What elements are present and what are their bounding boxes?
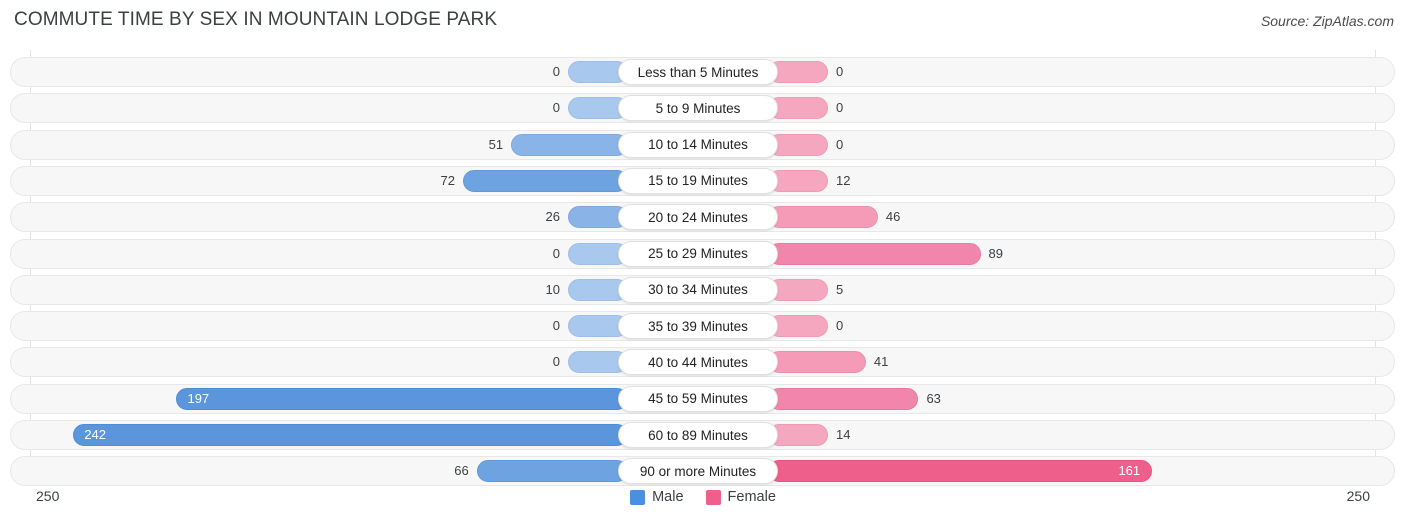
male-value-label: 0 bbox=[552, 245, 560, 261]
male-value-label: 66 bbox=[454, 463, 469, 479]
category-label-pill: 30 to 34 Minutes bbox=[618, 276, 778, 303]
female-value-label: 161 bbox=[1118, 463, 1141, 479]
legend-swatch-icon bbox=[705, 489, 721, 505]
male-value-label: 10 bbox=[545, 281, 560, 297]
legend-label: Male bbox=[652, 489, 684, 505]
female-value-label: 63 bbox=[926, 390, 941, 406]
category-label-pill: 45 to 59 Minutes bbox=[618, 385, 778, 412]
bar-row: 0 0 Less than 5 Minutes bbox=[10, 57, 1395, 87]
legend-swatch-icon bbox=[630, 489, 646, 505]
male-value-label: 26 bbox=[545, 209, 560, 225]
bar-row: 0 89 25 to 29 Minutes bbox=[10, 238, 1395, 269]
category-label-pill: 10 to 14 Minutes bbox=[618, 131, 778, 158]
male-value-label: 0 bbox=[552, 64, 560, 79]
female-bar[interactable] bbox=[768, 387, 919, 410]
category-label-pill: 20 to 24 Minutes bbox=[618, 204, 778, 231]
female-bar[interactable] bbox=[768, 460, 1153, 483]
bar-row: 242 14 60 to 89 Minutes bbox=[10, 420, 1395, 450]
bar-row: 26 46 20 to 24 Minutes bbox=[10, 202, 1395, 233]
female-value-label: 0 bbox=[836, 136, 844, 152]
chart-footer: 250 250 Male Female bbox=[0, 484, 1406, 523]
chart-header: COMMUTE TIME BY SEX IN MOUNTAIN LODGE PA… bbox=[0, 0, 1406, 44]
bar-row: 72 12 15 to 19 Minutes bbox=[10, 165, 1395, 196]
male-bar[interactable] bbox=[462, 169, 628, 192]
category-label-pill: 5 to 9 Minutes bbox=[618, 95, 778, 122]
male-value-label: 51 bbox=[488, 136, 504, 152]
female-bar[interactable] bbox=[768, 351, 866, 374]
bar-row: 51 0 10 to 14 Minutes bbox=[10, 129, 1395, 160]
female-value-label: 5 bbox=[836, 281, 844, 297]
category-label-pill: 90 or more Minutes bbox=[618, 458, 778, 485]
bar-row: 0 41 40 to 44 Minutes bbox=[10, 347, 1395, 378]
legend-item[interactable]: Female bbox=[705, 489, 776, 505]
female-value-label: 41 bbox=[873, 354, 889, 370]
female-value-label: 89 bbox=[988, 245, 1003, 261]
chart-plot-area: 0 0 Less than 5 Minutes 0 0 5 to 9 Minutes 51 0… bbox=[0, 50, 1406, 490]
bar-row: 66 161 90 or more Minutes bbox=[10, 456, 1395, 487]
male-value-label: 72 bbox=[440, 172, 455, 188]
female-value-label: 0 bbox=[836, 64, 844, 79]
legend-item[interactable]: Male bbox=[630, 489, 684, 505]
female-value-label: 46 bbox=[885, 209, 901, 225]
category-label-pill: 40 to 44 Minutes bbox=[618, 349, 778, 376]
male-value-label: 197 bbox=[187, 390, 210, 406]
category-label-pill: 35 to 39 Minutes bbox=[618, 313, 778, 340]
male-bar[interactable] bbox=[176, 387, 628, 410]
male-value-label: 242 bbox=[84, 427, 107, 442]
category-label-pill: 60 to 89 Minutes bbox=[618, 422, 778, 448]
male-bar[interactable] bbox=[73, 424, 628, 446]
male-value-label: 0 bbox=[552, 318, 560, 334]
bar-row: 0 0 5 to 9 Minutes bbox=[10, 93, 1395, 124]
legend-label: Female bbox=[727, 489, 776, 505]
female-value-label: 14 bbox=[836, 427, 851, 442]
female-value-label: 12 bbox=[836, 172, 851, 188]
page-title: COMMUTE TIME BY SEX IN MOUNTAIN LODGE PA… bbox=[14, 9, 498, 30]
male-value-label: 0 bbox=[552, 354, 560, 370]
chart-legend: Male Female bbox=[0, 489, 1406, 505]
category-label-pill: 15 to 19 Minutes bbox=[618, 167, 778, 194]
source-attribution: Source: ZipAtlas.com bbox=[1260, 13, 1394, 29]
male-bar[interactable] bbox=[476, 460, 628, 483]
female-bar[interactable] bbox=[768, 206, 878, 229]
bar-row: 10 5 30 to 34 Minutes bbox=[10, 274, 1395, 305]
female-value-label: 0 bbox=[836, 318, 844, 334]
category-label-pill: 25 to 29 Minutes bbox=[618, 240, 778, 267]
male-bar[interactable] bbox=[511, 133, 628, 156]
bar-row: 0 0 35 to 39 Minutes bbox=[10, 311, 1395, 342]
female-value-label: 0 bbox=[836, 100, 844, 116]
female-bar[interactable] bbox=[768, 242, 981, 265]
male-value-label: 0 bbox=[552, 100, 560, 116]
bar-row: 197 63 45 to 59 Minutes bbox=[10, 383, 1395, 414]
category-label-pill: Less than 5 Minutes bbox=[618, 59, 778, 85]
